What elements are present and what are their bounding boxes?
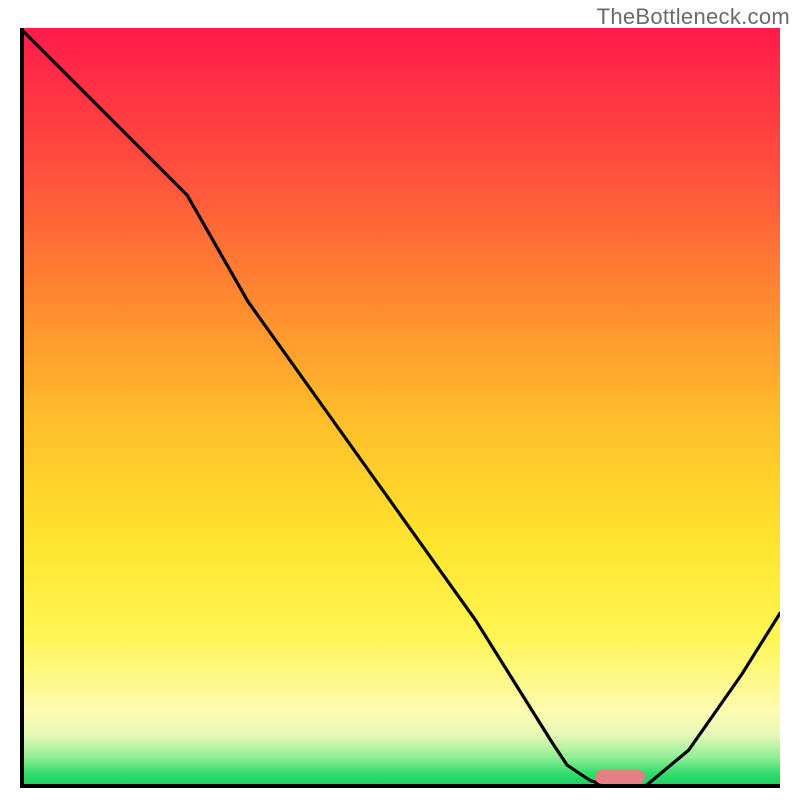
watermark-text: TheBottleneck.com [597,4,790,30]
optimal-range-marker [595,770,645,784]
bottleneck-curve [20,28,780,788]
chart-plot-area [20,28,780,788]
